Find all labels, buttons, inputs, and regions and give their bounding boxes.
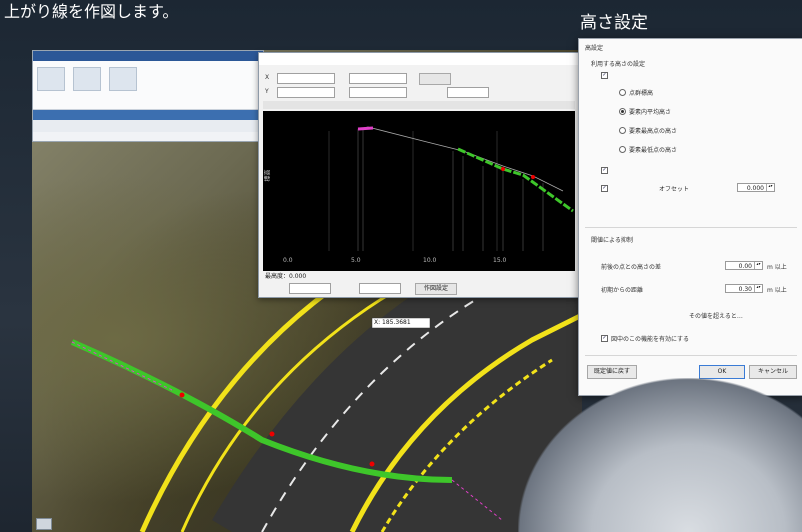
spinner-icon[interactable]: ▴▾ bbox=[766, 184, 774, 191]
ribbon bbox=[33, 61, 263, 110]
param-input-2[interactable] bbox=[359, 283, 401, 294]
x-tick: 15.0 bbox=[493, 257, 507, 264]
footnote: その値を超えると… bbox=[689, 313, 743, 320]
x-tick: 5.0 bbox=[351, 257, 361, 264]
threshold-label: 前後の点との高さの差 bbox=[601, 264, 661, 271]
section-heading: 閾値による抑制 bbox=[591, 237, 633, 244]
spinner-icon[interactable]: ▴▾ bbox=[754, 285, 762, 292]
plot-y-label: 標高 bbox=[264, 169, 272, 182]
enable-label: 図中のこの機能を有効にする bbox=[611, 336, 690, 343]
x-tick: 10.0 bbox=[423, 257, 437, 264]
enable-checkbox[interactable]: ✓ bbox=[601, 335, 608, 342]
y-label: Y bbox=[265, 88, 269, 95]
offset-label: オフセット bbox=[659, 186, 690, 193]
threshold-input[interactable]: 0.30 ▴▾ bbox=[725, 284, 763, 293]
section-heading: 利用する高さの設定 bbox=[591, 61, 646, 68]
menu-bar[interactable] bbox=[33, 51, 263, 61]
dialog-title: 高設定 bbox=[585, 45, 604, 52]
cancel-button[interactable]: キャンセル bbox=[749, 365, 797, 379]
radio-option[interactable] bbox=[619, 146, 626, 153]
profile-plot[interactable]: 標高 0.0 5.0 10.0 15.0 bbox=[263, 111, 575, 271]
draw-settings-button[interactable]: 作図設定 bbox=[415, 283, 457, 295]
x-input-2[interactable] bbox=[349, 73, 407, 84]
radio-option[interactable] bbox=[619, 108, 626, 115]
y-input[interactable] bbox=[277, 87, 335, 98]
ok-button[interactable]: OK bbox=[699, 365, 745, 379]
radio-option[interactable] bbox=[619, 127, 626, 134]
divider bbox=[585, 227, 797, 228]
radio-option[interactable] bbox=[619, 89, 626, 96]
status-line: 最高度：0.000 bbox=[265, 273, 307, 280]
threshold-value: 0.00 bbox=[738, 263, 752, 270]
height-settings-dialog[interactable]: 高設定 利用する高さの設定 ✓ 点群標高 要素内平均高さ 要素最高点の高さ 要素… bbox=[578, 38, 802, 396]
radio-label: 要素内平均高さ bbox=[629, 109, 672, 116]
x-tick: 0.0 bbox=[283, 257, 293, 264]
ribbon-button[interactable] bbox=[109, 67, 137, 91]
unit-label: m 以上 bbox=[767, 287, 787, 294]
caption-left: 上がり線を作図します。 bbox=[4, 2, 179, 21]
profile-dialog[interactable]: X Y 標高 0.0 5.0 10.0 15.0 最高度：0.000 作図設定 bbox=[258, 52, 580, 298]
x-label: X bbox=[265, 74, 270, 81]
spinner-icon[interactable]: ▴▾ bbox=[754, 262, 762, 269]
threshold-input[interactable]: 0.00 ▴▾ bbox=[725, 261, 763, 270]
radio-label: 要素最高点の高さ bbox=[629, 128, 678, 135]
caption-right: 高さ設定 bbox=[580, 13, 648, 33]
offset-value: 0.000 bbox=[746, 185, 764, 192]
view-title bbox=[33, 120, 263, 132]
car-hood-image bbox=[518, 378, 802, 532]
dialog-titlebar bbox=[259, 53, 579, 65]
profile-plot-svg bbox=[328, 126, 574, 251]
threshold-value: 0.30 bbox=[738, 286, 752, 293]
threshold-label: 初期からの距離 bbox=[601, 287, 644, 294]
checkbox[interactable]: ✓ bbox=[601, 167, 608, 174]
apply-button[interactable] bbox=[419, 73, 451, 85]
step-input[interactable] bbox=[447, 87, 489, 98]
param-input-1[interactable] bbox=[289, 283, 331, 294]
ribbon-button[interactable] bbox=[37, 67, 65, 91]
divider bbox=[585, 355, 797, 356]
main-app-window[interactable] bbox=[32, 50, 264, 142]
y-input-2[interactable] bbox=[349, 87, 407, 98]
taskbar-icon[interactable] bbox=[36, 518, 52, 530]
radio-label: 要素最低点の高さ bbox=[629, 147, 678, 154]
use-height-checkbox[interactable]: ✓ bbox=[601, 72, 608, 79]
tab-bar[interactable] bbox=[33, 110, 263, 120]
map-tag: X: 185.3681 bbox=[374, 319, 411, 326]
offset-input[interactable]: 0.000 ▴▾ bbox=[737, 183, 775, 192]
restore-defaults-button[interactable]: 既定値に戻す bbox=[587, 365, 637, 379]
ribbon-button[interactable] bbox=[73, 67, 101, 91]
x-input[interactable] bbox=[277, 73, 335, 84]
unit-label: m 以上 bbox=[767, 264, 787, 271]
offset-checkbox[interactable]: ✓ bbox=[601, 185, 608, 192]
plot-toolbar[interactable] bbox=[263, 101, 575, 109]
radio-label: 点群標高 bbox=[629, 90, 654, 97]
